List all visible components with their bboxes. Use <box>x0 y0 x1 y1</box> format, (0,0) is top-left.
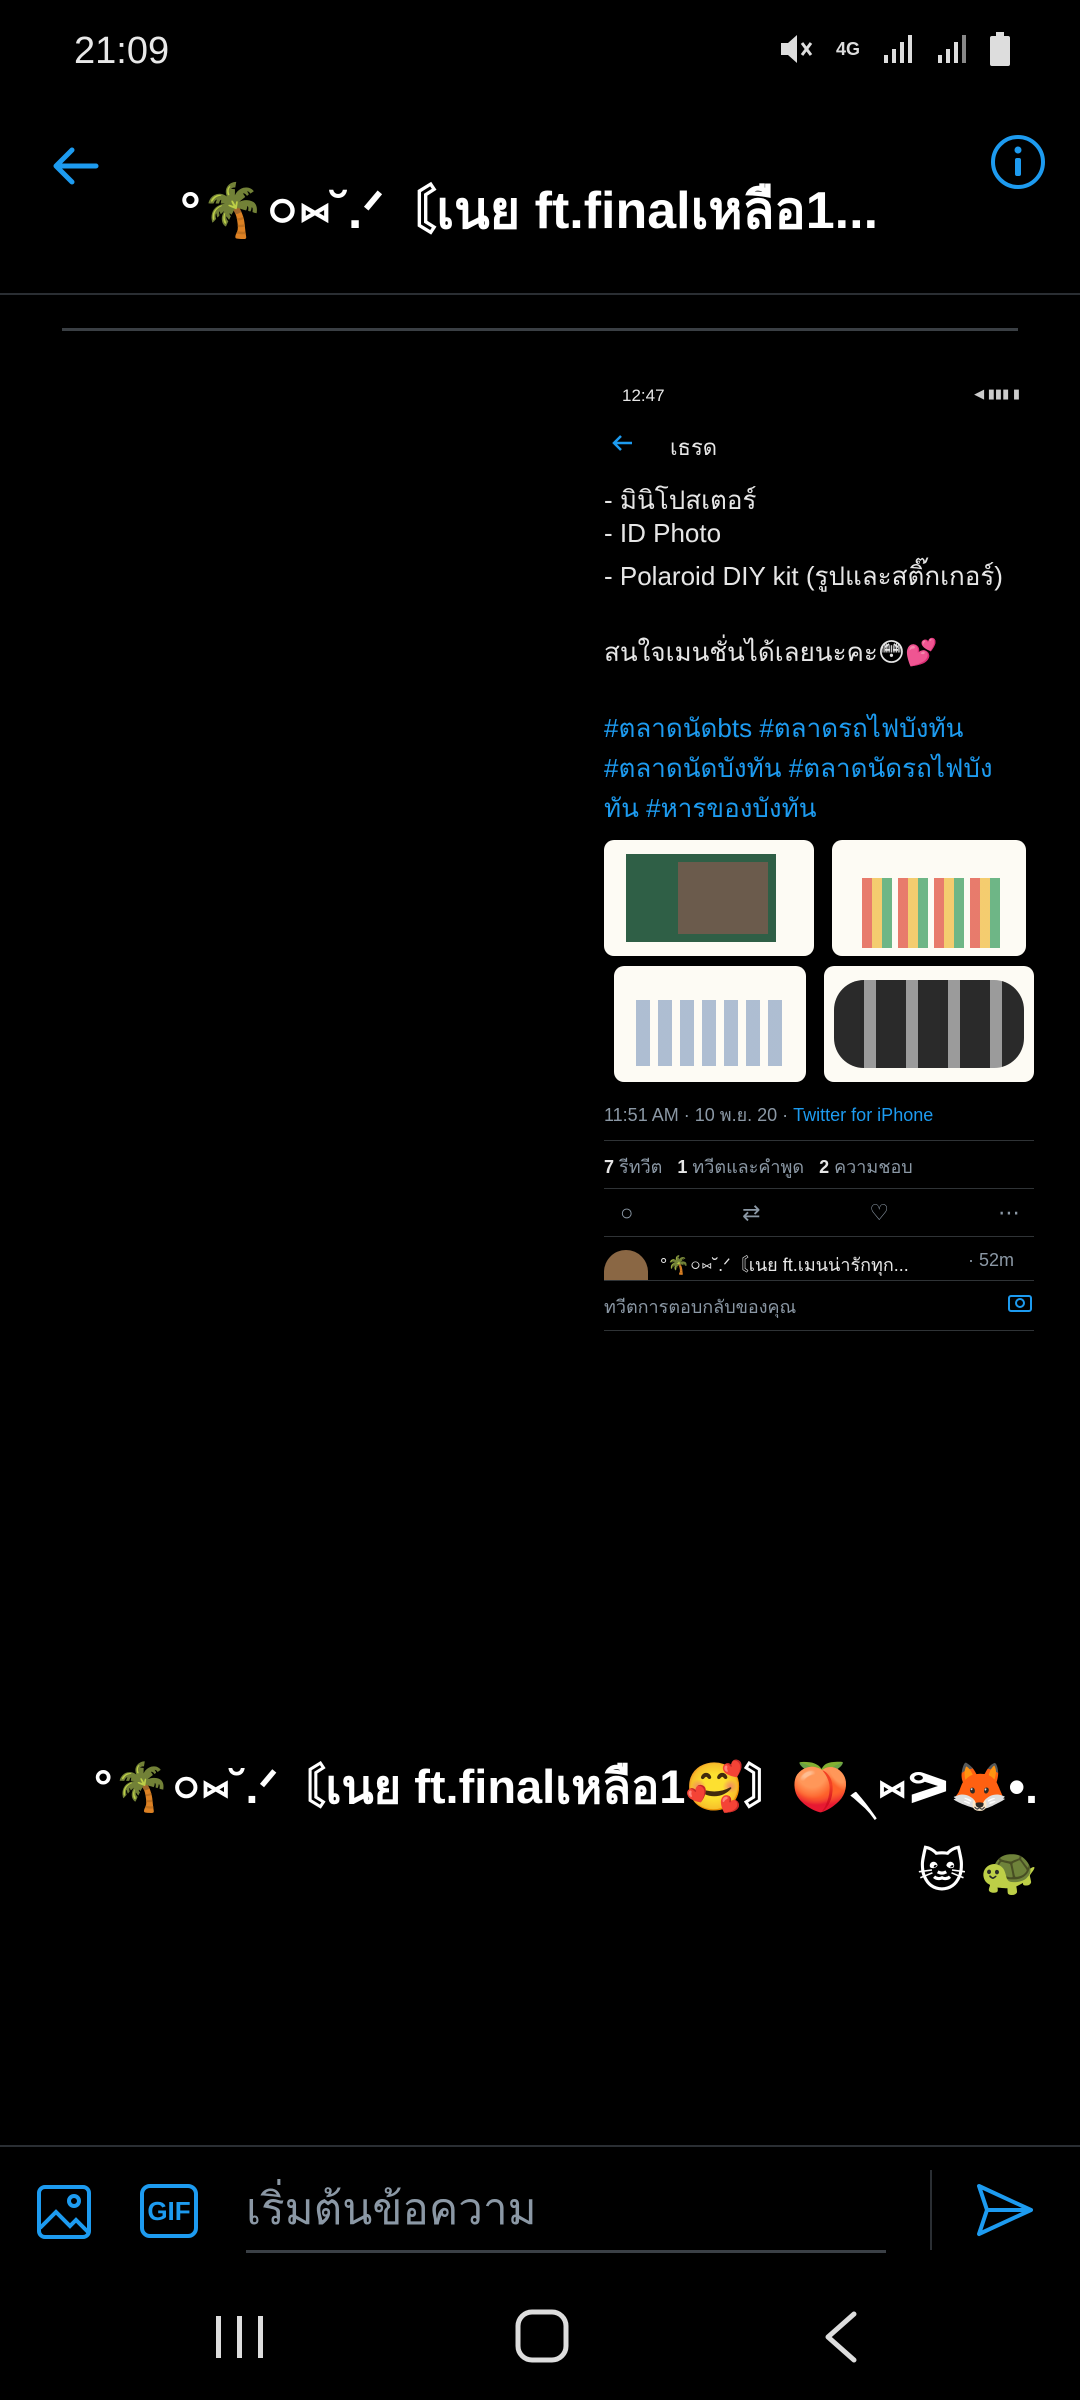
mini-status-time: 12:47 <box>622 386 665 405</box>
shared-image[interactable]: 12:47 ◀ ▮▮▮ ▮ เธรด - มินิโปสเตอร์ - ID P… <box>590 370 1050 1350</box>
mini-quote-label: ทวีตและคำพูด <box>692 1157 805 1177</box>
mini-interest-text: สนใจเมนชั่นได้เลยนะคะ😳💕 <box>604 637 938 667</box>
signal-icon <box>884 35 912 63</box>
mini-reply-avatar <box>604 1250 648 1280</box>
send-icon[interactable] <box>975 2180 1035 2240</box>
mini-reply-placeholder: ทวีตการตอบกลับของคุณ <box>604 1297 797 1317</box>
thumb-id-photos <box>614 966 806 1082</box>
mini-nav-title: เธรด <box>670 435 718 460</box>
mini-hashtags-1: #ตลาดนัดbts #ตลาดรถไฟบังทัน <box>604 713 964 743</box>
mini-reply-time: · 52m <box>968 1250 1015 1270</box>
message-input[interactable] <box>246 2170 886 2253</box>
back-arrow-icon[interactable] <box>48 140 100 192</box>
mini-divider-4 <box>604 1280 1034 1281</box>
thread-divider <box>62 328 1018 331</box>
home-icon[interactable] <box>514 2308 570 2364</box>
mini-reply-icon: ○ <box>620 1200 634 1225</box>
mini-back-icon <box>612 435 632 451</box>
nav-back-icon[interactable] <box>820 2310 860 2364</box>
mini-line-2: - ID Photo <box>604 518 722 548</box>
signal-2-icon <box>938 35 966 63</box>
thumb-photobook <box>604 840 814 956</box>
mini-hashtags-3: ทัน #หารของบังทัน <box>604 793 817 823</box>
header-divider <box>0 293 1080 295</box>
mini-like-label: ความชอบ <box>834 1157 913 1177</box>
conversation-title[interactable]: °🌴০⑅˘.ᐟ〘เนย ft.finalเหลือ1... <box>180 168 960 257</box>
mini-meta-source: Twitter for iPhone <box>793 1105 934 1125</box>
composer-separator <box>930 2170 932 2250</box>
mini-meta-time: 11:51 AM · 10 พ.ย. 20 · <box>604 1105 794 1125</box>
thumb-polaroids <box>824 966 1034 1082</box>
mute-icon <box>780 35 813 63</box>
mini-retweet-label: รีทวีต <box>619 1157 663 1177</box>
composer-divider <box>0 2145 1080 2147</box>
recents-icon[interactable] <box>210 2312 270 2362</box>
status-icons: 4G <box>778 32 1010 66</box>
info-icon[interactable] <box>990 134 1046 190</box>
message-bubble-text[interactable]: °🌴০⑅˘.ᐟ〘เนย ft.finalเหลือ1🥰〙🍑৲⑅ᕗ🦊•.🐱 🐢 <box>48 1745 1038 1913</box>
mini-action-row: ○ ⇄ ♡ ⋯ <box>620 1200 1020 1226</box>
mini-retweet-icon: ⇄ <box>742 1200 761 1225</box>
mini-meta: 11:51 AM · 10 พ.ย. 20 · Twitter for iPho… <box>604 1100 933 1129</box>
mini-like-count: 2 <box>819 1157 830 1177</box>
mini-hashtags-2: #ตลาดนัดบังทัน #ตลาดนัดรถไฟบัง <box>604 753 993 783</box>
image-icon[interactable] <box>36 2184 92 2240</box>
mini-divider-2 <box>604 1188 1034 1189</box>
mini-like-icon: ♡ <box>869 1200 890 1225</box>
mini-camera-icon <box>1008 1295 1032 1312</box>
gif-button[interactable]: GIF <box>140 2184 198 2238</box>
mini-divider-3 <box>604 1236 1034 1237</box>
mini-stats: 7 รีทวีต 1 ทวีตและคำพูด 2 ความชอบ <box>604 1152 913 1181</box>
mini-divider <box>604 1140 1034 1141</box>
battery-icon <box>990 32 1010 66</box>
network-type: 4G <box>835 38 860 59</box>
status-time: 21:09 <box>74 30 170 72</box>
mini-line-3: - Polaroid DIY kit (รูปและสติ๊กเกอร์) <box>604 561 1003 591</box>
mini-quote-count: 1 <box>677 1157 688 1177</box>
mini-line-1: - มินิโปสเตอร์ <box>604 485 757 515</box>
mini-status-icons: ◀ ▮▮▮ ▮ <box>974 386 1020 401</box>
mini-reply-name: °🌴০⑅˘.ᐟ〘เนย ft.เมนน่ารักทุก... <box>660 1255 909 1275</box>
thumb-stickers <box>832 840 1026 956</box>
mini-share-icon: ⋯ <box>998 1200 1020 1225</box>
mini-divider-5 <box>604 1330 1034 1331</box>
mini-retweet-count: 7 <box>604 1157 615 1177</box>
